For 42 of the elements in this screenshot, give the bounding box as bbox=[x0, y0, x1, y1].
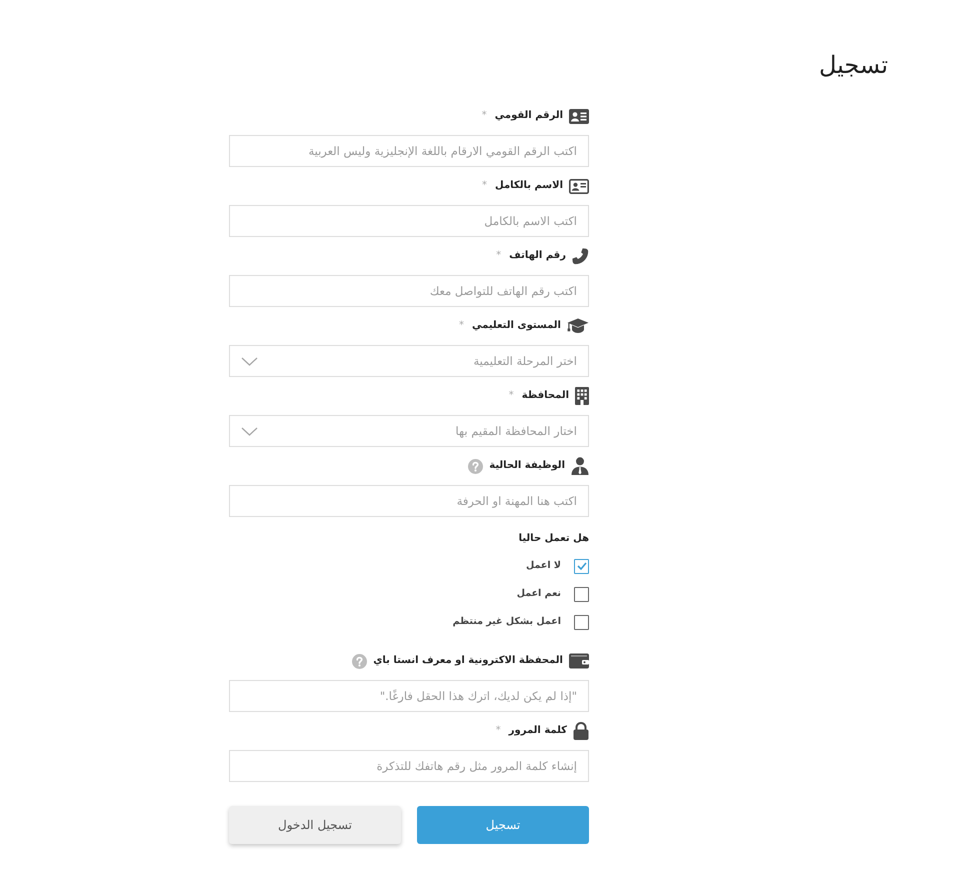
building-icon bbox=[575, 387, 589, 405]
checkmark-icon bbox=[576, 562, 586, 570]
required-mark: * bbox=[459, 320, 464, 332]
checkbox-label[interactable]: نعم اعمل bbox=[516, 586, 561, 602]
text-input[interactable]: اكتب الرقم القومي الارقام باللغة الإنجليزية وليس العربية bbox=[229, 135, 589, 167]
required-mark: * bbox=[482, 110, 487, 122]
question-label: هل تعمل حاليا bbox=[518, 532, 589, 546]
login-button[interactable]: تسجيل الدخول bbox=[229, 806, 401, 844]
field-label: المحفظة الاكترونية او معرف انستا باي bbox=[373, 654, 563, 668]
lock-icon bbox=[573, 722, 589, 740]
chevron-down-icon bbox=[241, 356, 258, 366]
checkbox[interactable] bbox=[574, 558, 589, 574]
checkbox[interactable] bbox=[574, 614, 589, 630]
field-label: المستوى التعليمي bbox=[472, 319, 561, 333]
required-mark: * bbox=[482, 180, 488, 192]
field-label: الاسم بالكامل bbox=[495, 179, 563, 193]
page-title: تسجيل bbox=[819, 50, 888, 81]
wallet-icon bbox=[569, 653, 589, 669]
help-icon[interactable] bbox=[468, 458, 484, 474]
text-input[interactable]: اكتب هنا المهنة او الحرفة bbox=[229, 485, 589, 517]
required-mark: * bbox=[496, 725, 501, 737]
graduation-cap-icon bbox=[567, 318, 589, 334]
field-label: الوظيفة الحالية bbox=[489, 459, 565, 473]
required-mark: * bbox=[496, 250, 502, 262]
text-input[interactable]: اكتب رقم الهاتف للتواصل معك bbox=[229, 275, 589, 307]
text-input[interactable]: اكتب الاسم بالكامل bbox=[229, 205, 589, 237]
checkbox[interactable] bbox=[574, 586, 589, 602]
checkbox-label[interactable]: اعمل بشكل غير منتظم bbox=[452, 614, 561, 630]
required-mark: * bbox=[508, 390, 514, 402]
chevron-down-icon bbox=[241, 426, 258, 436]
field-label: المحافظة bbox=[522, 389, 569, 403]
password-input[interactable]: إنشاء كلمة المرور مثل رقم هاتفك للتذكرة bbox=[229, 750, 589, 782]
text-input[interactable]: "إذا لم يكن لديك، اترك هذا الحقل فارغًا." bbox=[229, 680, 589, 712]
help-icon[interactable] bbox=[352, 654, 368, 668]
checkbox-label[interactable]: لا اعمل bbox=[526, 558, 561, 574]
field-label: كلمة المرور bbox=[508, 724, 567, 738]
user-tie-icon bbox=[571, 457, 589, 475]
field-label: رقم الهاتف bbox=[509, 249, 566, 263]
field-label: الرقم القومي bbox=[494, 109, 563, 123]
id-card-icon bbox=[569, 108, 589, 124]
id-card-icon bbox=[569, 178, 589, 194]
phone-icon bbox=[572, 248, 589, 264]
